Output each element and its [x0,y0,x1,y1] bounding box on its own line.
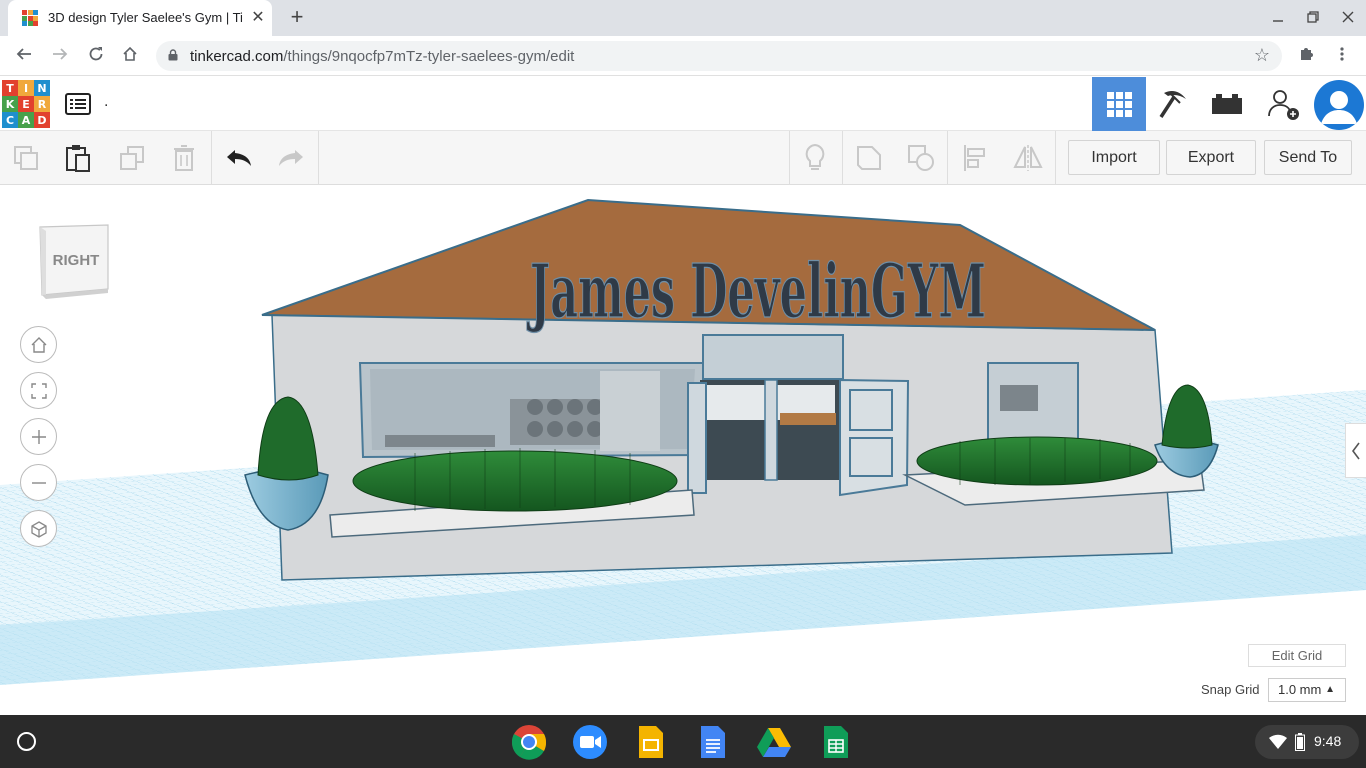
browser-tab[interactable]: 3D design Tyler Saelee's Gym | Ti ✕ [8,0,272,36]
align-icon[interactable] [958,141,992,175]
back-arrow-icon[interactable] [12,44,36,68]
os-shelf: 9:48 [0,715,1366,768]
reload-icon[interactable] [84,44,108,68]
invite-user-icon[interactable] [1256,77,1310,131]
redo-icon[interactable] [274,141,308,175]
forward-arrow-icon[interactable] [48,44,72,68]
google-docs-icon[interactable] [694,723,732,761]
design-list-icon[interactable] [64,90,92,118]
delete-trash-icon[interactable] [167,141,201,175]
undo-icon[interactable] [222,141,256,175]
copy-icon[interactable] [9,141,43,175]
3d-design-view-icon[interactable] [1092,77,1146,131]
fit-view-icon[interactable] [20,372,57,409]
pickaxe-icon[interactable] [1146,77,1200,131]
window-close-icon[interactable] [1336,8,1360,28]
right-potted-plant [1154,384,1219,478]
collapse-panel-chevron-icon[interactable] [1345,423,1366,478]
launcher-icon[interactable] [17,732,36,751]
snap-grid-label: Snap Grid [1201,682,1260,697]
snap-grid-select[interactable]: 1.0 mm ▲ [1268,678,1346,702]
google-drive-icon[interactable] [755,723,793,761]
export-button[interactable]: Export [1166,140,1256,175]
browser-menu-icon[interactable] [1330,44,1354,68]
google-sheets-icon[interactable] [817,723,855,761]
left-window [358,362,707,459]
design-name[interactable]: . [104,93,108,111]
sign-3d-text: James DevelinGYM [526,248,987,336]
tinkercad-favicon-icon [22,10,38,26]
view-cube-face-label: RIGHT [53,252,100,269]
perspective-cube-icon[interactable] [20,510,57,547]
chrome-icon[interactable] [510,723,548,761]
notes-lightbulb-icon[interactable] [798,141,832,175]
view-cube[interactable]: RIGHT [36,223,110,299]
caret-up-icon: ▲ [1325,684,1335,695]
wifi-icon [1269,734,1287,749]
app-header: T I N K E R C A D . [0,77,1366,131]
zoom-out-icon[interactable] [20,464,57,501]
import-button[interactable]: Import [1068,140,1160,175]
edit-grid-button[interactable]: Edit Grid [1248,644,1346,667]
battery-icon [1295,733,1305,751]
3d-scene[interactable]: James DevelinGYM [0,185,1366,715]
system-tray[interactable]: 9:48 [1255,725,1359,759]
tinkercad-logo[interactable]: T I N K E R C A D [2,80,50,128]
google-slides-icon[interactable] [632,723,670,761]
zoom-in-icon[interactable] [20,418,57,455]
ungroup-icon[interactable] [904,141,938,175]
paste-icon[interactable] [61,141,95,175]
sign-text: James DevelinGYM [526,248,986,335]
tab-title: 3D design Tyler Saelee's Gym | Ti [48,10,243,25]
duplicate-icon[interactable] [115,141,149,175]
new-tab-button[interactable]: + [286,6,308,28]
address-bar[interactable]: tinkercad.com/things/9nqocfp7mTz-tyler-s… [156,41,1282,71]
lock-icon [168,49,178,61]
clock: 9:48 [1314,733,1342,749]
user-avatar[interactable] [1314,80,1364,130]
browser-toolbar: tinkercad.com/things/9nqocfp7mTz-tyler-s… [0,36,1366,76]
zoom-app-icon[interactable] [571,723,609,761]
workplane-canvas[interactable]: James DevelinGYM RIGHT Edit Grid Snap Gr… [0,185,1366,715]
bricks-icon[interactable] [1200,77,1254,131]
home-view-icon[interactable] [20,326,57,363]
right-window [987,362,1079,444]
url-text: tinkercad.com/things/9nqocfp7mTz-tyler-s… [190,48,575,65]
minimize-icon[interactable] [1266,8,1290,28]
edit-toolbar: Import Export Send To [0,131,1366,185]
mirror-icon[interactable] [1011,141,1045,175]
extensions-puzzle-icon[interactable] [1294,44,1318,68]
send-to-button[interactable]: Send To [1264,140,1352,175]
restore-icon[interactable] [1301,8,1325,28]
home-icon[interactable] [118,44,142,68]
browser-tab-strip: 3D design Tyler Saelee's Gym | Ti ✕ + [0,0,1366,36]
bookmark-star-icon[interactable]: ☆ [1254,45,1270,66]
tab-close-icon[interactable]: ✕ [248,8,268,28]
group-icon[interactable] [852,141,886,175]
